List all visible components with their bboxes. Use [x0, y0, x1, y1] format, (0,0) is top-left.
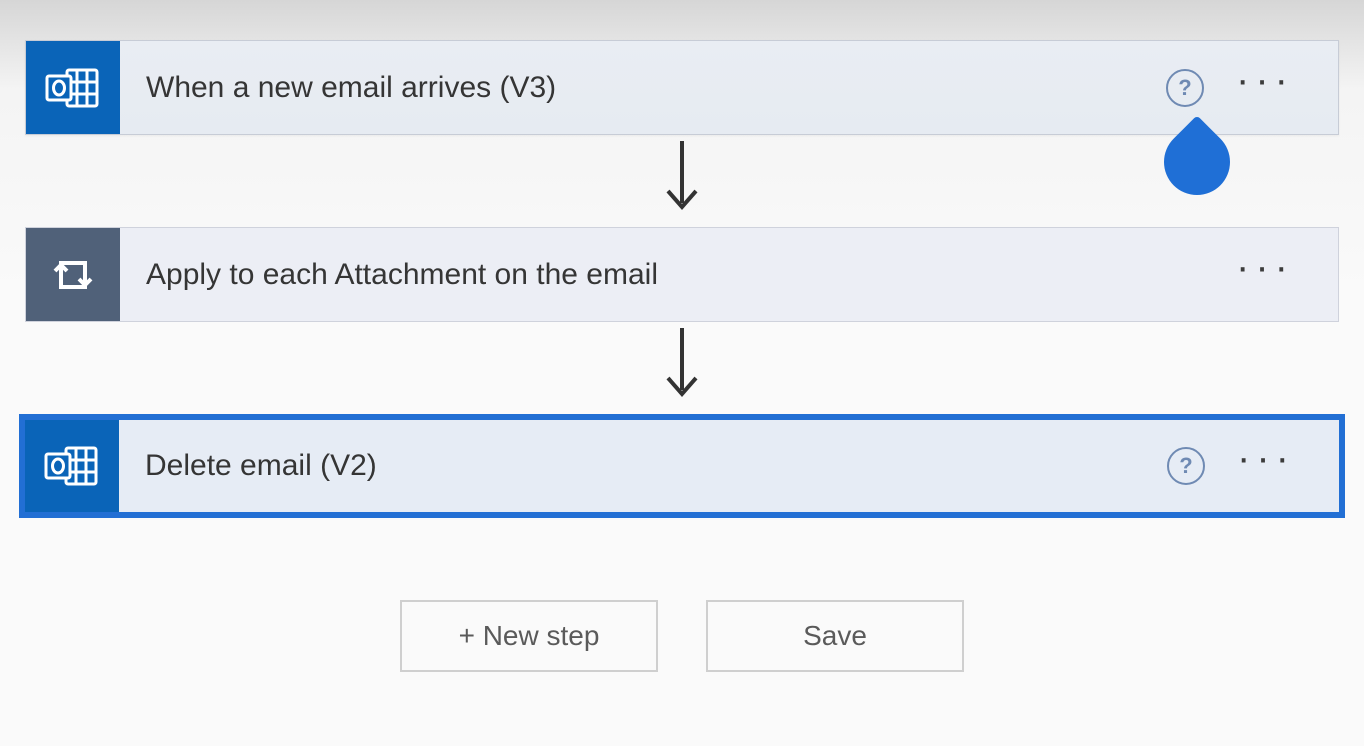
apply-to-each-card[interactable]: Apply to each Attachment on the email ··… [25, 227, 1339, 322]
delete-email-card[interactable]: Delete email (V2) ? ··· [19, 414, 1345, 518]
flow-designer-canvas: When a new email arrives (V3) ? ··· Appl… [0, 0, 1364, 672]
connector-arrow-icon [662, 141, 702, 221]
delete-actions: ? ··· [1167, 446, 1339, 486]
outlook-icon [25, 420, 119, 512]
teardrop-callout-icon [1150, 115, 1243, 208]
trigger-actions: ? ··· [1166, 68, 1338, 108]
loop-icon [26, 228, 120, 321]
footer-buttons: + New step Save [400, 600, 964, 672]
new-step-button[interactable]: + New step [400, 600, 658, 672]
more-icon[interactable]: ··· [1236, 60, 1294, 100]
apply-to-each-title: Apply to each Attachment on the email [120, 258, 1236, 292]
apply-actions: ··· [1236, 255, 1338, 295]
help-icon[interactable]: ? [1167, 447, 1205, 485]
more-icon[interactable]: ··· [1236, 247, 1294, 287]
outlook-icon [26, 41, 120, 134]
trigger-card[interactable]: When a new email arrives (V3) ? ··· [25, 40, 1339, 135]
more-icon[interactable]: ··· [1237, 438, 1295, 478]
save-button[interactable]: Save [706, 600, 964, 672]
delete-email-title: Delete email (V2) [119, 449, 1167, 483]
connector-arrow-icon [662, 328, 702, 408]
help-icon[interactable]: ? [1166, 69, 1204, 107]
trigger-title: When a new email arrives (V3) [120, 71, 1166, 105]
